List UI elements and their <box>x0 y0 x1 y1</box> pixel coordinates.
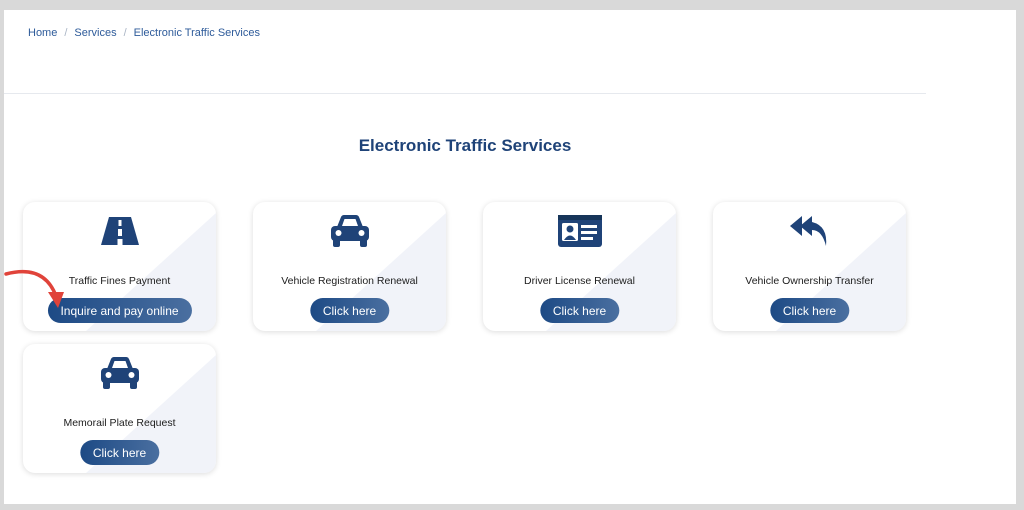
service-label: Memorail Plate Request <box>63 417 176 429</box>
header-divider <box>4 93 926 94</box>
breadcrumb-home[interactable]: Home <box>28 27 57 39</box>
breadcrumb-services[interactable]: Services <box>74 27 116 39</box>
service-label: Vehicle Ownership Transfer <box>745 275 874 287</box>
click-here-button[interactable]: Click here <box>769 298 850 323</box>
annotation-arrow-icon <box>4 269 64 308</box>
reply-all-icon <box>787 212 833 250</box>
service-card-memorial-plate: Memorail Plate Request Click here <box>23 344 216 473</box>
car-icon <box>97 354 143 392</box>
service-label: Vehicle Registration Renewal <box>281 275 418 287</box>
breadcrumb-separator: / <box>64 27 68 39</box>
id-card-icon <box>557 212 603 250</box>
breadcrumb-separator: / <box>123 27 127 39</box>
road-icon <box>97 212 143 250</box>
service-card-ownership-transfer: Vehicle Ownership Transfer Click here <box>713 202 906 331</box>
click-here-button[interactable]: Click here <box>79 440 160 465</box>
breadcrumb: Home / Services / Electronic Traffic Ser… <box>28 27 260 39</box>
click-here-button[interactable]: Click here <box>309 298 390 323</box>
page-title: Electronic Traffic Services <box>358 136 572 155</box>
breadcrumb-current[interactable]: Electronic Traffic Services <box>134 27 260 39</box>
service-card-driver-license: Driver License Renewal Click here <box>483 202 676 331</box>
car-icon <box>327 212 373 250</box>
page: Home / Services / Electronic Traffic Ser… <box>4 10 1016 504</box>
service-card-vehicle-registration: Vehicle Registration Renewal Click here <box>253 202 446 331</box>
click-here-button[interactable]: Click here <box>539 298 620 323</box>
service-label: Driver License Renewal <box>524 275 635 287</box>
